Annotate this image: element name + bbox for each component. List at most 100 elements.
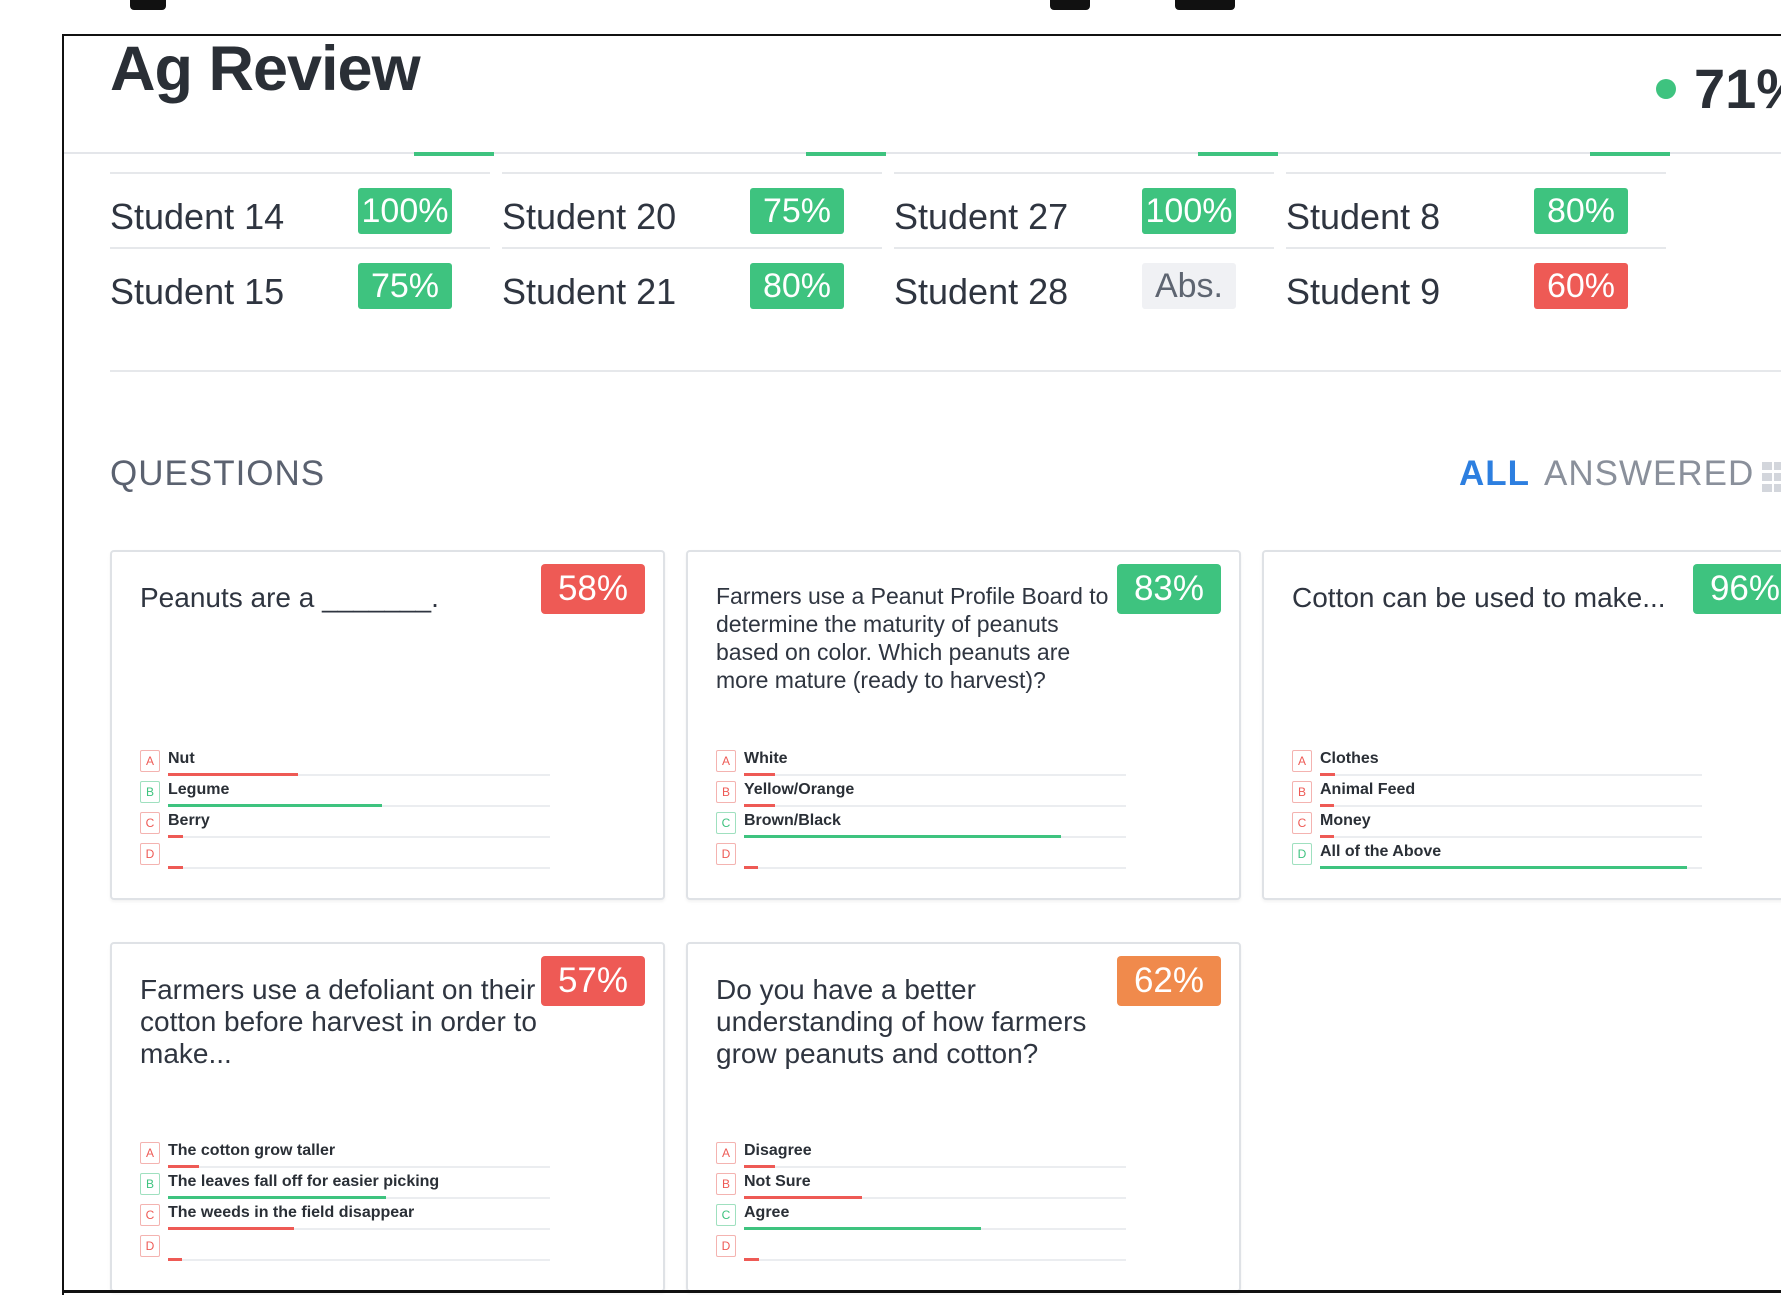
answer-share-bar: [168, 1165, 199, 1168]
answer-letter: B: [140, 781, 160, 803]
answer-letter: C: [140, 1204, 160, 1226]
score-bar-stub: [414, 152, 494, 156]
student-score-badge: Abs.: [1142, 263, 1236, 309]
filter-answered-tab[interactable]: ANSWERED: [1544, 454, 1754, 494]
student-name[interactable]: Student 27: [894, 196, 1068, 238]
answer-text: Nut: [168, 750, 195, 767]
answer-list: A The cotton grow taller B The leaves fa…: [140, 1140, 550, 1264]
roster-column: Student 20 75% Student 21 80%: [502, 172, 882, 322]
answer-letter: A: [1292, 750, 1312, 772]
student-name[interactable]: Student 20: [502, 196, 676, 238]
student-row[interactable]: Student 8 80%: [1286, 172, 1666, 247]
answer-track: [744, 805, 1126, 807]
student-row[interactable]: Student 14 100%: [110, 172, 490, 247]
answer-share-bar: [168, 773, 298, 776]
report-header: Ag Review 71%: [64, 36, 1781, 154]
answer-text: The cotton grow taller: [168, 1142, 336, 1159]
student-name[interactable]: Student 8: [1286, 196, 1440, 238]
question-text: Farmers use a Peanut Profile Board to de…: [716, 583, 1109, 693]
answer-letter: C: [1292, 812, 1312, 834]
student-score-badge: 60%: [1534, 263, 1628, 309]
answer-row: C The weeds in the field disappear: [140, 1202, 550, 1233]
student-name[interactable]: Student 14: [110, 196, 284, 238]
answer-share-bar: [168, 1196, 386, 1199]
student-score-badge: 100%: [1142, 188, 1236, 234]
question-card[interactable]: Farmers use a Peanut Profile Board to de…: [686, 550, 1241, 900]
answer-letter: A: [140, 1142, 160, 1164]
answer-text: The leaves fall off for easier picking: [168, 1173, 440, 1190]
answer-track: [168, 836, 550, 838]
answer-track: [1320, 836, 1702, 838]
answer-text: Money: [1320, 812, 1371, 829]
question-percent-badge: 58%: [541, 564, 645, 614]
student-name[interactable]: Student 28: [894, 271, 1068, 313]
answer-row: D: [140, 841, 550, 872]
student-row[interactable]: Student 27 100%: [894, 172, 1274, 247]
answer-text: All of the Above: [1320, 843, 1442, 860]
quiz-report-panel: Ag Review 71% Student 14 100% Student 15…: [62, 34, 1781, 1295]
score-bar-stub: [806, 152, 886, 156]
answer-row: D: [140, 1233, 550, 1264]
student-name[interactable]: Student 9: [1286, 271, 1440, 313]
answer-letter: D: [716, 843, 736, 865]
answer-share-bar: [744, 804, 775, 807]
answer-letter: A: [140, 750, 160, 772]
answer-text: Yellow/Orange: [744, 781, 855, 798]
student-name[interactable]: Student 21: [502, 271, 676, 313]
answer-letter: B: [1292, 781, 1312, 803]
student-roster: Student 14 100% Student 15 75% Student 2…: [64, 172, 1781, 412]
answer-track: [1320, 805, 1702, 807]
answer-share-bar: [1320, 773, 1336, 776]
answer-share-bar: [744, 773, 775, 776]
question-card[interactable]: Farmers use a defoliant on their cotton …: [110, 942, 665, 1292]
question-card[interactable]: Cotton can be used to make... 96% A Clot…: [1262, 550, 1781, 900]
question-percent-badge: 83%: [1117, 564, 1221, 614]
student-row[interactable]: Student 21 80%: [502, 247, 882, 322]
student-score-badge: 75%: [358, 263, 452, 309]
answer-letter: D: [140, 843, 160, 865]
answer-list: A White B Yellow/Orange C Brown/Black D: [716, 748, 1126, 872]
student-row[interactable]: Student 15 75%: [110, 247, 490, 322]
answer-track: [168, 1259, 550, 1261]
answer-row: D All of the Above: [1292, 841, 1702, 872]
answer-share-bar: [1320, 804, 1334, 807]
answer-row: D: [716, 841, 1126, 872]
answer-share-bar: [1320, 866, 1687, 869]
score-bar-stub: [1590, 152, 1670, 156]
answer-letter: B: [716, 781, 736, 803]
answer-track: [744, 1166, 1126, 1168]
answer-track: [168, 867, 550, 869]
student-row[interactable]: Student 9 60%: [1286, 247, 1666, 322]
answer-share-bar: [168, 804, 382, 807]
answer-text: The weeds in the field disappear: [168, 1204, 415, 1221]
overall-score-value: 71%: [1694, 57, 1781, 120]
answer-row: A Clothes: [1292, 748, 1702, 779]
answer-share-bar: [744, 1165, 775, 1168]
answer-text: Not Sure: [744, 1173, 811, 1190]
student-name[interactable]: Student 15: [110, 271, 284, 313]
answer-share-bar: [744, 835, 1062, 838]
question-card[interactable]: Peanuts are a _______. 58% A Nut B Legum…: [110, 550, 665, 900]
answer-row: B Legume: [140, 779, 550, 810]
filter-all-tab[interactable]: ALL: [1459, 454, 1530, 494]
answer-letter: B: [140, 1173, 160, 1195]
student-score-badge: 100%: [358, 188, 452, 234]
answer-text: Agree: [744, 1204, 790, 1221]
roster-column: Student 8 80% Student 9 60%: [1286, 172, 1666, 322]
question-text: Farmers use a defoliant on their cotton …: [140, 974, 537, 1069]
answer-row: B Animal Feed: [1292, 779, 1702, 810]
answer-row: B The leaves fall off for easier picking: [140, 1171, 550, 1202]
answer-letter: B: [716, 1173, 736, 1195]
answer-list: A Disagree B Not Sure C Agree D: [716, 1140, 1126, 1264]
student-row[interactable]: Student 28 Abs.: [894, 247, 1274, 322]
grid-view-icon[interactable]: [1760, 460, 1781, 494]
answer-letter: C: [140, 812, 160, 834]
answer-letter: C: [716, 812, 736, 834]
status-dot-icon: [1656, 79, 1676, 99]
student-score-badge: 80%: [1534, 188, 1628, 234]
question-percent-badge: 96%: [1693, 564, 1781, 614]
answer-text: Legume: [168, 781, 230, 798]
question-card[interactable]: Do you have a better understanding of ho…: [686, 942, 1241, 1292]
student-row[interactable]: Student 20 75%: [502, 172, 882, 247]
answer-text: Clothes: [1320, 750, 1379, 767]
